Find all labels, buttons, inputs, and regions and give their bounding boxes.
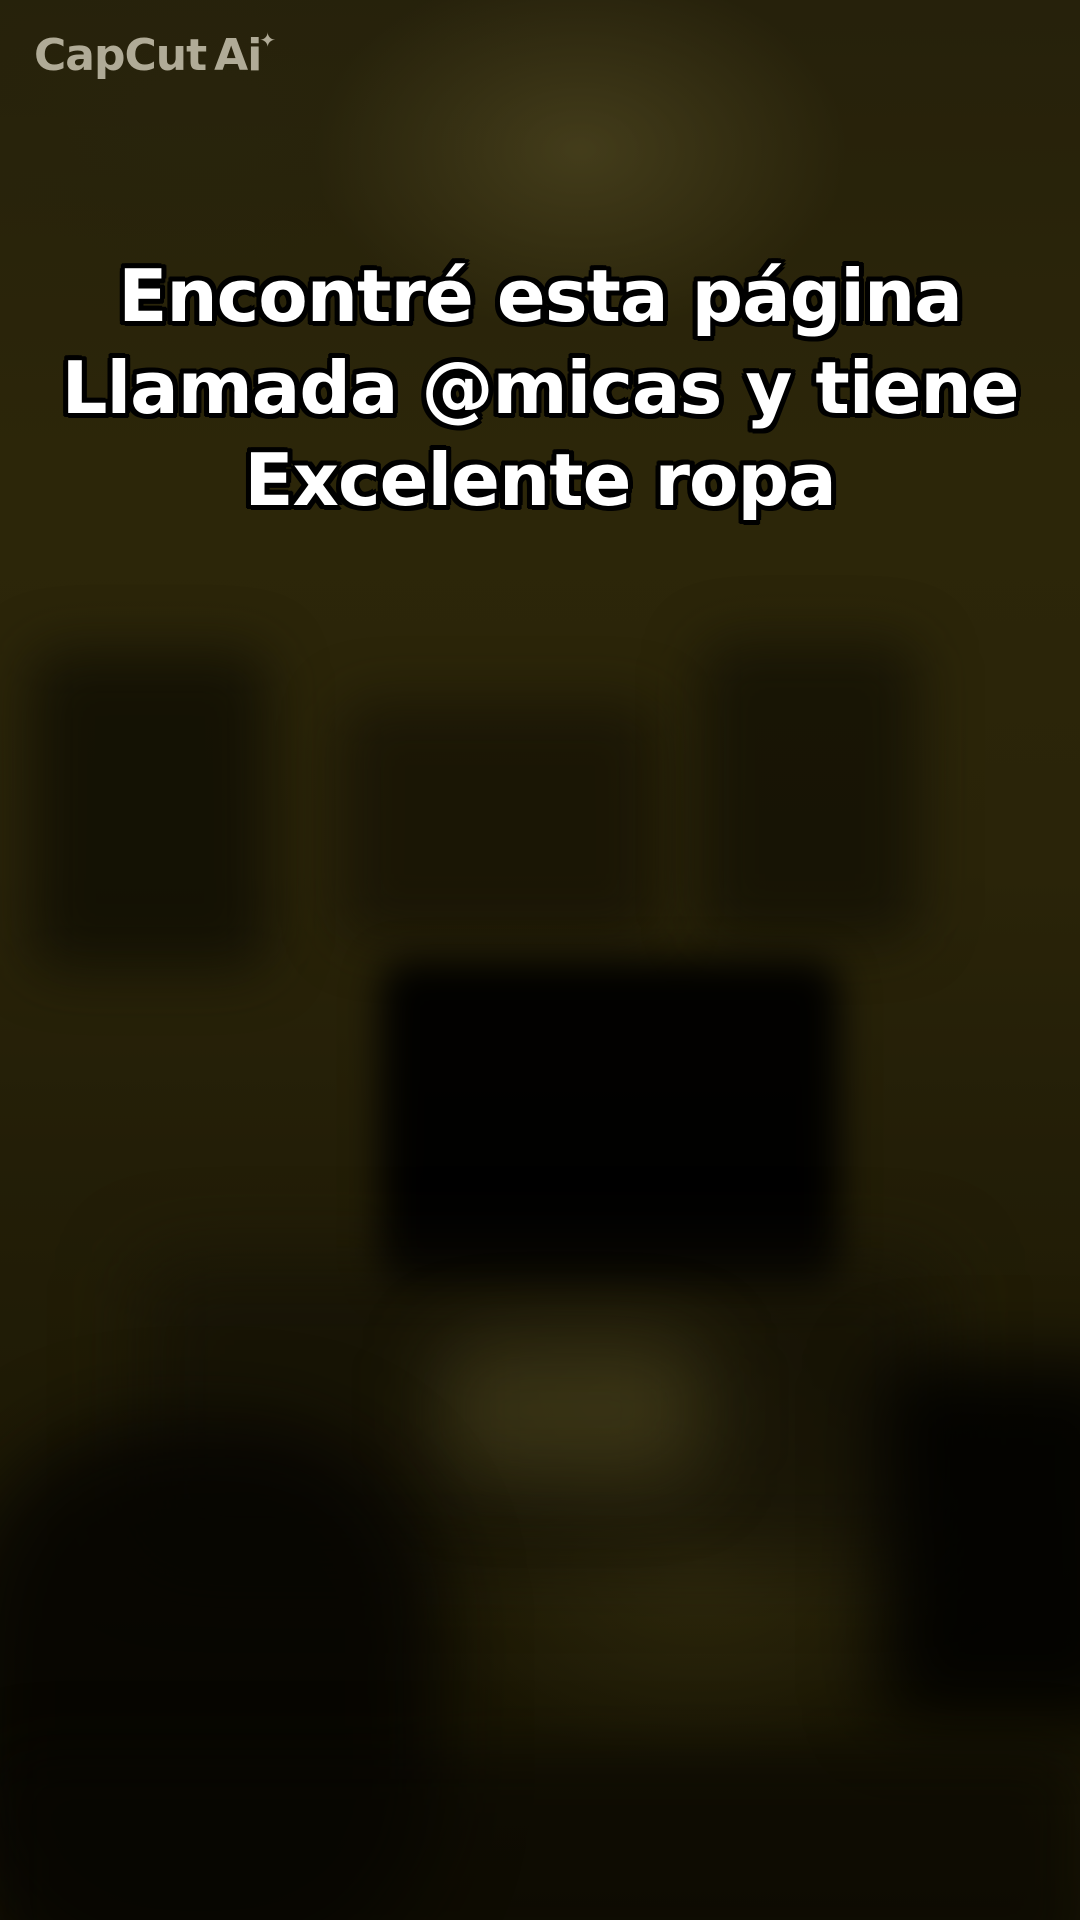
blurred-picture-frame-right bbox=[700, 640, 920, 940]
caption-line-1: Encontré esta página bbox=[118, 254, 963, 338]
caption-line-3: Excelente ropa bbox=[244, 438, 836, 522]
watermark-suffix: Ai bbox=[214, 30, 262, 81]
video-caption: Encontré esta página Llamada @micas y ti… bbox=[40, 250, 1040, 526]
bottom-vignette bbox=[0, 1750, 1080, 1920]
caption-line-2: Llamada @micas y tiene bbox=[61, 346, 1020, 430]
blurred-table-highlight bbox=[440, 1340, 700, 1480]
video-frame: CapCut Ai ✦ Encontré esta página Llamada… bbox=[0, 0, 1080, 1920]
blurred-picture-frame-left bbox=[30, 650, 270, 970]
sparkle-icon: ✦ bbox=[259, 28, 276, 52]
blurred-picture-frame-middle bbox=[340, 700, 660, 940]
blurred-television bbox=[380, 960, 840, 1290]
blurred-right-shadow bbox=[880, 1360, 1080, 1720]
watermark-text: CapCut bbox=[34, 30, 207, 81]
capcut-ai-watermark: CapCut Ai ✦ bbox=[34, 28, 276, 81]
